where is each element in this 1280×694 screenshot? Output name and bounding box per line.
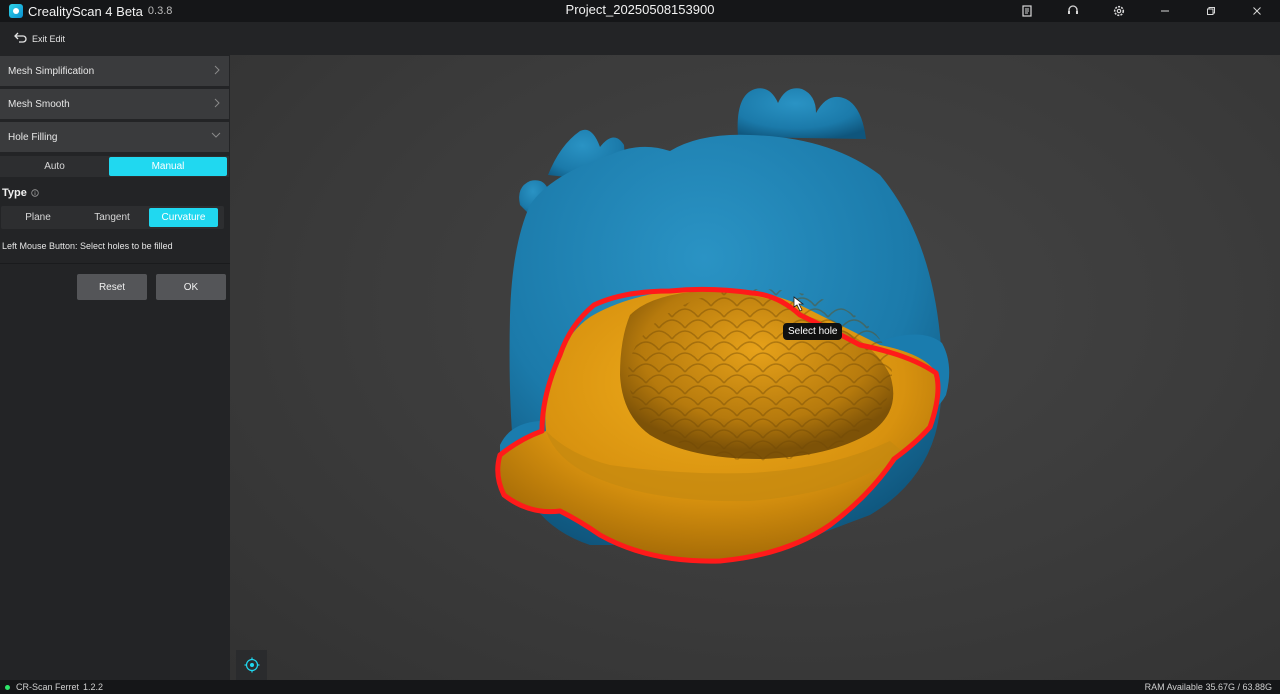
undo-arrow-icon [14,30,28,48]
scale-texture [628,289,892,461]
status-bar: CR-Scan Ferret 1.2.2 RAM Available 35.67… [0,680,1280,694]
device-version: 1.2.2 [83,682,104,692]
3d-viewport[interactable]: Select hole [230,55,1280,680]
panel-divider [0,263,230,264]
ram-status: RAM Available 35.67G / 63.88G [1144,682,1272,692]
hint-text: Left Mouse Button: Select holes to be fi… [2,241,173,251]
project-title: Project_20250508153900 [565,2,715,17]
type-heading: Type [2,187,39,199]
app-version: 0.3.8 [147,5,173,17]
chevron-down-icon [211,132,221,138]
chevron-right-icon [214,65,220,75]
mode-toggle: Auto Manual [0,156,229,177]
edit-panel: Mesh Simplification Mesh Smooth Hole Fil… [0,55,230,680]
select-hole-tooltip: Select hole [783,323,843,340]
exit-edit-label: Exit Edit [32,33,66,44]
reset-button[interactable]: Reset [77,274,147,300]
app-window: CrealityScan 4 Beta 0.3.8 Project_202505… [0,0,1280,694]
ok-button[interactable]: OK [156,274,226,300]
mesh-simplification-header[interactable]: Mesh Simplification [0,56,229,86]
app-logo-icon [9,4,23,18]
document-icon[interactable] [1004,0,1050,22]
scan-mesh-model[interactable] [230,55,1280,680]
section-label: Mesh Simplification [8,65,95,77]
type-tangent-option[interactable]: Tangent [75,206,149,229]
info-icon[interactable] [31,189,39,197]
mode-auto-option[interactable]: Auto [0,156,109,177]
section-label: Mesh Smooth [8,98,70,110]
locate-model-button[interactable] [236,650,267,680]
app-name: CrealityScan 4 Beta [28,3,143,19]
hole-filling-header[interactable]: Hole Filling [0,122,229,152]
title-bar: CrealityScan 4 Beta 0.3.8 Project_202505… [0,0,1280,22]
type-curvature-option[interactable]: Curvature [149,208,218,227]
support-icon[interactable] [1050,0,1096,22]
crosshair-icon [244,657,259,673]
gear-icon[interactable] [1096,0,1142,22]
type-label: Type [2,187,27,199]
chevron-right-icon [214,98,220,108]
restore-icon[interactable] [1188,0,1234,22]
close-icon[interactable] [1234,0,1280,22]
edit-toolbar: Exit Edit [0,22,1280,55]
minimize-icon[interactable] [1142,0,1188,22]
mesh-smooth-header[interactable]: Mesh Smooth [0,89,229,119]
connection-status-icon [5,684,10,690]
type-selector: Plane Tangent Curvature [1,206,224,229]
mode-manual-option[interactable]: Manual [109,157,227,176]
window-controls [1004,0,1280,22]
type-plane-option[interactable]: Plane [1,206,75,229]
exit-edit-button[interactable]: Exit Edit [14,30,65,48]
device-name: CR-Scan Ferret [16,682,80,692]
section-label: Hole Filling [8,131,58,143]
